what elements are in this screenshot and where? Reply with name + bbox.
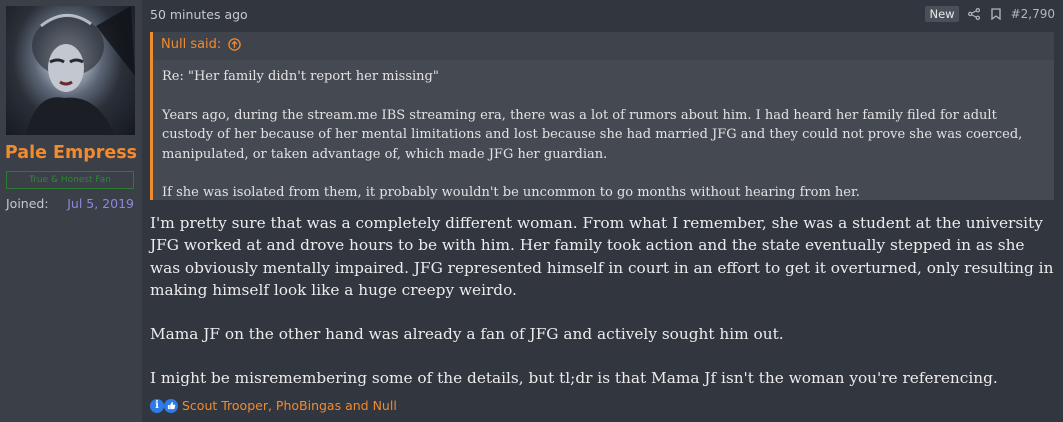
new-badge: New: [925, 6, 959, 22]
post-message: I'm pretty sure that was a completely di…: [150, 212, 1055, 412]
user-title-badge: True & Honest Fan: [6, 171, 134, 189]
arrow-up-circle-icon[interactable]: [227, 38, 241, 52]
reactions-bar[interactable]: i Scout Trooper, PhoBingas and Null: [150, 398, 397, 413]
quote-content: Re: "Her family didn't report her missin…: [153, 60, 1054, 200]
username[interactable]: Pale Empress: [0, 143, 142, 163]
forum-post: Pale Empress True & Honest Fan Joined: J…: [0, 0, 1063, 422]
joined-label: Joined:: [6, 196, 49, 211]
post-timestamp[interactable]: 50 minutes ago: [150, 7, 248, 22]
quote-header[interactable]: Null said:: [161, 37, 241, 52]
avatar[interactable]: [6, 6, 135, 135]
quote-author[interactable]: Null said:: [161, 37, 221, 52]
share-icon[interactable]: [967, 7, 981, 21]
quote-paragraph: Years ago, during the stream.me IBS stre…: [162, 107, 1023, 162]
user-sidebar: Pale Empress True & Honest Fan Joined: J…: [0, 0, 142, 422]
reactions-text[interactable]: Scout Trooper, PhoBingas and Null: [182, 398, 397, 413]
quote-block: Null said: Re: "Her family didn't report…: [150, 32, 1054, 200]
message-paragraph: I might be misremembering some of the de…: [150, 369, 998, 388]
avatar-portrait: [26, 6, 135, 135]
message-paragraph: Mama JF on the other hand was already a …: [150, 325, 784, 344]
post-actions: New #2,790: [925, 6, 1055, 22]
post-number[interactable]: #2,790: [1011, 7, 1055, 21]
info-icon: i: [150, 398, 164, 413]
bookmark-icon[interactable]: [989, 7, 1003, 21]
quote-paragraph: If she was isolated from them, it probab…: [162, 185, 860, 200]
quote-paragraph: Re: "Her family didn't report her missin…: [162, 69, 439, 84]
message-paragraph: I'm pretty sure that was a completely di…: [150, 214, 1054, 299]
joined-date: Jul 5, 2019: [67, 196, 134, 211]
post-main: 50 minutes ago New #2,790 Null said: Re:…: [142, 0, 1063, 422]
thumbs-up-icon: [164, 398, 178, 413]
